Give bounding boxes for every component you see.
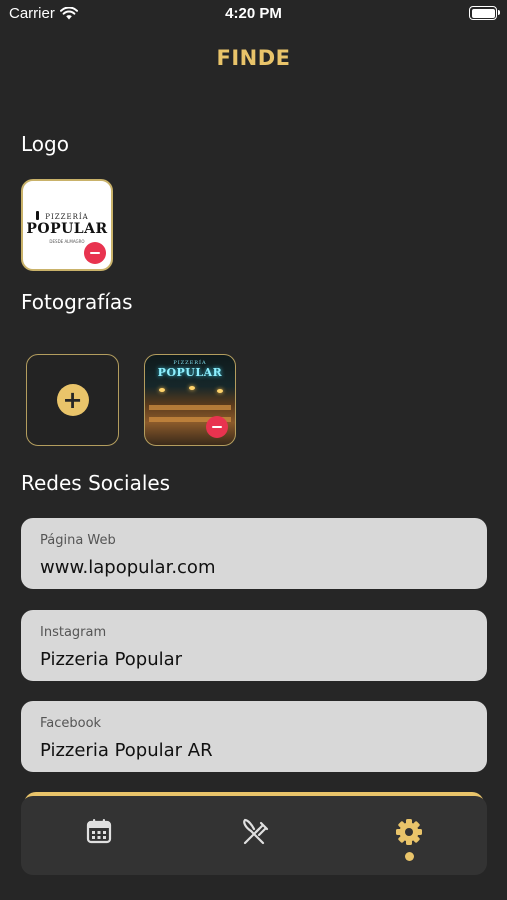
- minus-icon: [90, 251, 100, 255]
- logo-section-title: Logo: [21, 132, 69, 156]
- add-photo-button[interactable]: +: [26, 354, 119, 446]
- tab-menu[interactable]: [224, 796, 284, 875]
- facebook-field-value[interactable]: Pizzeria Popular AR: [40, 740, 213, 761]
- instagram-field[interactable]: Instagram Pizzeria Popular: [21, 610, 487, 681]
- social-section-title: Redes Sociales: [21, 471, 171, 495]
- instagram-field-value[interactable]: Pizzeria Popular: [40, 649, 182, 670]
- active-tab-indicator: [404, 852, 414, 861]
- logo-small-text: PIZZERÍA: [45, 213, 89, 221]
- minus-icon: [212, 425, 222, 429]
- photo-shelf: [149, 405, 231, 410]
- calendar-icon: [86, 819, 112, 844]
- website-field[interactable]: Página Web www.lapopular.com: [21, 518, 487, 589]
- tab-bar: [21, 796, 487, 875]
- photo-lamp: [159, 388, 165, 392]
- logo-big-text: POPULAR: [26, 221, 108, 237]
- logo-image[interactable]: PIZZERÍA POPULAR DESDE ALMAGRO: [21, 179, 113, 271]
- website-field-value[interactable]: www.lapopular.com: [40, 557, 215, 578]
- instagram-field-label: Instagram: [40, 625, 107, 640]
- gear-icon: [396, 819, 422, 845]
- tab-calendar[interactable]: [69, 796, 129, 875]
- page-title: FINDE: [216, 46, 291, 70]
- status-time: 4:20 PM: [225, 5, 282, 22]
- website-field-label: Página Web: [40, 533, 116, 548]
- remove-photo-button[interactable]: [206, 416, 228, 438]
- photos-section-title: Fotografías: [21, 290, 133, 314]
- photo-sign-big-text: POPULAR: [157, 366, 223, 379]
- photo-lamp: [189, 386, 195, 390]
- facebook-field[interactable]: Facebook Pizzeria Popular AR: [21, 701, 487, 772]
- battery-icon: [469, 6, 500, 20]
- plus-icon: +: [56, 384, 89, 416]
- utensils-icon: [243, 818, 269, 845]
- status-bar: Carrier 4:20 PM: [0, 0, 507, 28]
- photo-lamp: [217, 389, 223, 393]
- photo-thumbnail[interactable]: PIZZERÍA POPULAR: [144, 354, 236, 446]
- facebook-field-label: Facebook: [40, 716, 102, 731]
- remove-logo-button[interactable]: [84, 242, 106, 264]
- tab-settings[interactable]: [379, 796, 439, 875]
